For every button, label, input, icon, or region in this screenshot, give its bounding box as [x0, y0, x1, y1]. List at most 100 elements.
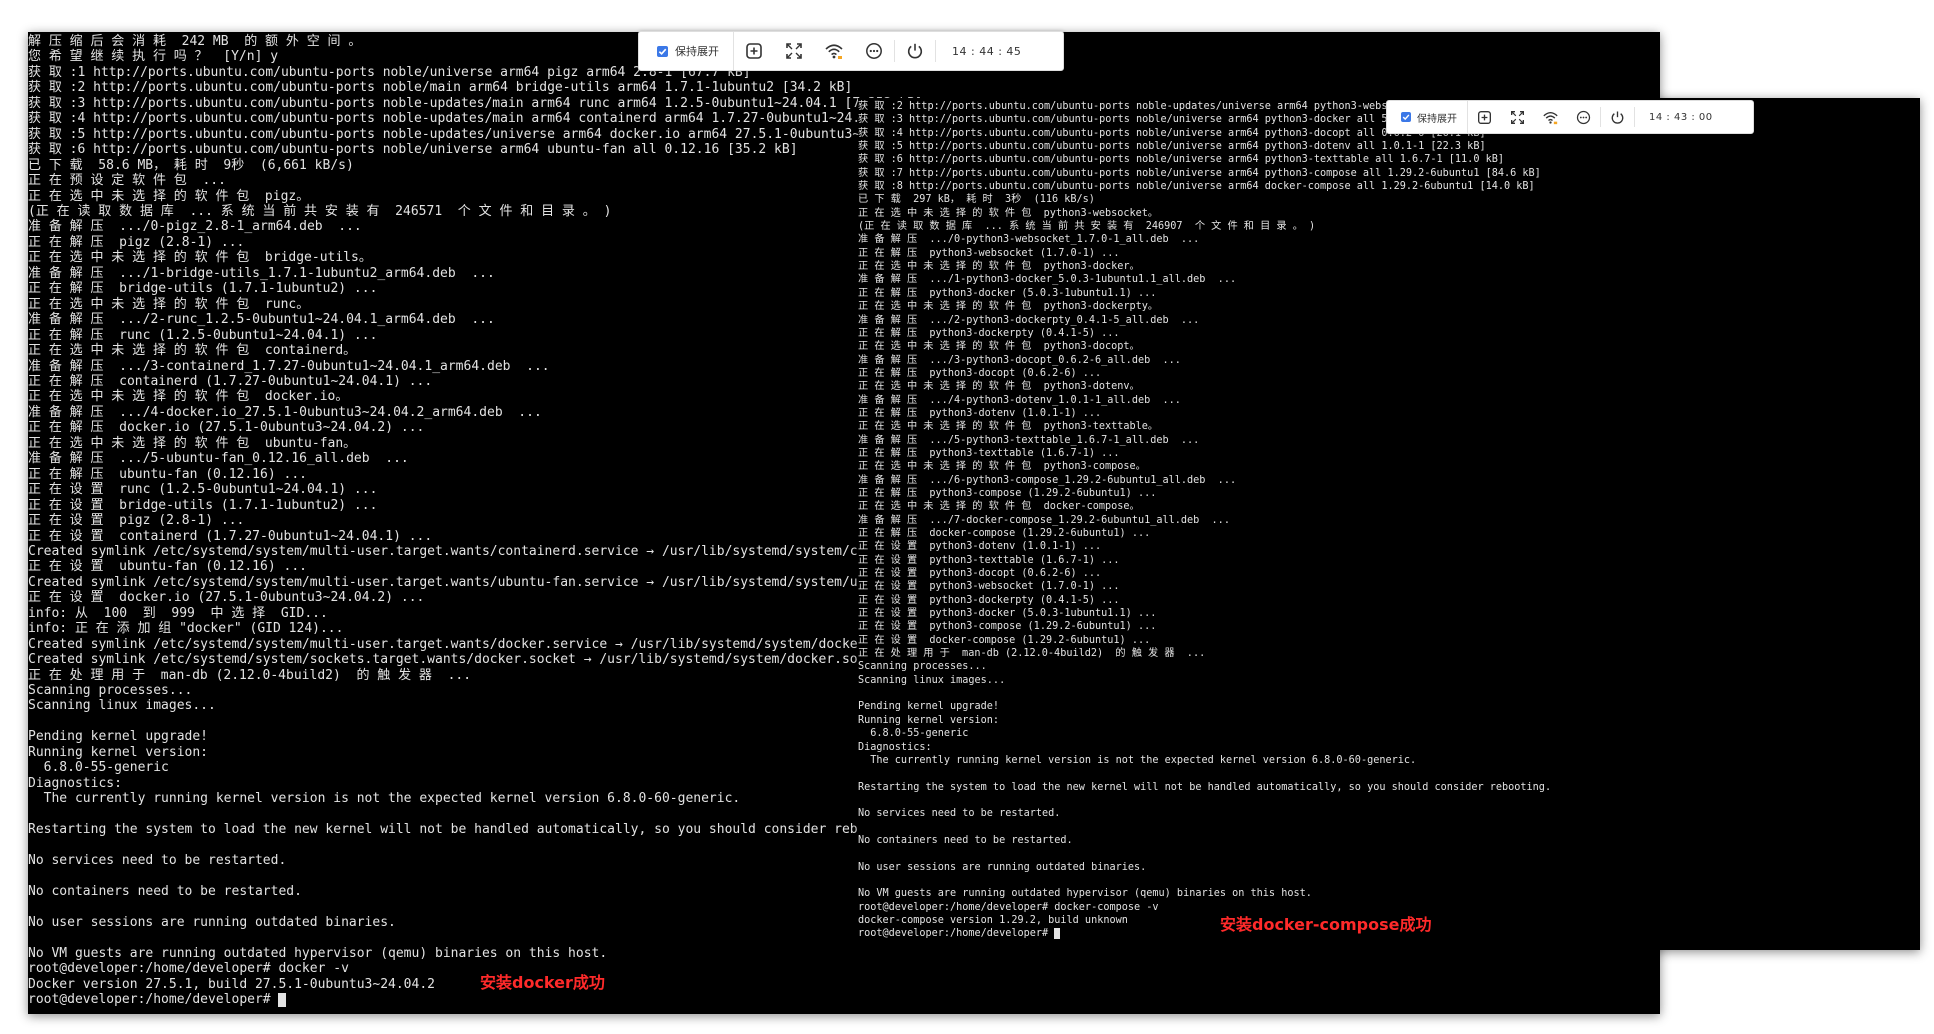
terminal-line: 正 在 选 中 未 选 择 的 软 件 包 python3-websocket。	[858, 207, 1159, 219]
terminal-line: 正 在 解 压 runc (1.2.5-0ubuntu1~24.04.1) ..…	[28, 327, 378, 343]
terminal-line: 正 在 设 置 containerd (1.7.27-0ubuntu1~24.0…	[28, 528, 433, 544]
more-icon[interactable]	[1567, 101, 1600, 133]
terminal-line: No containers need to be restarted.	[28, 883, 302, 899]
terminal-line: Created symlink /etc/systemd/system/mult…	[28, 636, 936, 652]
terminal-line: root@developer:/home/developer# docker -…	[28, 961, 349, 977]
terminal-line: 正 在 选 中 未 选 择 的 软 件 包 docker.io。	[28, 389, 349, 405]
terminal-cursor	[1054, 928, 1061, 940]
terminal-line: 准 备 解 压 .../7-docker-compose_1.29.2-6ubu…	[858, 514, 1230, 526]
terminal-window-docker-compose[interactable]: 获 取 :2 http://ports.ubuntu.com/ubuntu-po…	[858, 98, 1920, 950]
terminal-line: 正 在 选 中 未 选 择 的 软 件 包 docker-compose。	[858, 501, 1140, 513]
terminal-line: 获 取 :2 http://ports.ubuntu.com/ubuntu-po…	[28, 80, 853, 96]
terminal-line: 正 在 设 置 python3-dotenv (1.0.1-1) ...	[858, 541, 1102, 553]
keep-expanded-toggle[interactable]: 保持展开	[639, 32, 734, 70]
terminal-line: 准 备 解 压 .../5-ubuntu-fan_0.12.16_all.deb…	[28, 451, 409, 467]
terminal-line: 正 在 设 置 docker-compose (1.29.2-6ubuntu1)…	[858, 634, 1151, 646]
terminal-line: 准 备 解 压 .../3-containerd_1.7.27-0ubuntu1…	[28, 358, 550, 374]
terminal-line: 正 在 选 中 未 选 择 的 软 件 包 runc。	[28, 296, 310, 312]
terminal-line: 准 备 解 压 .../4-docker.io_27.5.1-0ubuntu3~…	[28, 404, 542, 420]
terminal-prompt: root@developer:/home/developer#	[858, 928, 1055, 940]
terminal-line: 正 在 设 置 bridge-utils (1.7.1-1ubuntu2) ..…	[28, 497, 378, 513]
more-icon[interactable]	[854, 32, 894, 70]
terminal-line: 正 在 解 压 containerd (1.7.27-0ubuntu1~24.0…	[28, 373, 433, 389]
terminal-cursor	[278, 993, 287, 1008]
annotation-docker-compose-success: 安装docker-compose成功	[1220, 915, 1432, 934]
terminal-line: 正 在 解 压 python3-websocket (1.7.0-1) ...	[858, 247, 1120, 259]
terminal-line: Created symlink /etc/systemd/system/sock…	[28, 652, 897, 668]
terminal-line: 正 在 设 置 python3-compose (1.29.2-6ubuntu1…	[858, 621, 1157, 633]
fullscreen-icon[interactable]	[1501, 101, 1534, 133]
terminal-line: 正 在 选 中 未 选 择 的 软 件 包 python3-dockerpty。	[858, 301, 1159, 313]
terminal-line: 准 备 解 压 .../6-python3-compose_1.29.2-6ub…	[858, 474, 1237, 486]
remote-toolbar: 保持展开 14 : 43 : 00	[1386, 100, 1754, 134]
terminal-line: No services need to be restarted.	[28, 853, 287, 869]
terminal-line: Restarting the system to load the new ke…	[858, 781, 1552, 793]
wifi-icon[interactable]	[1534, 101, 1567, 133]
terminal-line: Pending kernel upgrade!	[28, 729, 209, 745]
terminal-lines: 解 压 缩 后 会 消 耗 242 MB 的 额 外 空 间 。 您 希 望 继…	[28, 34, 999, 992]
terminal-line: 正 在 选 中 未 选 择 的 软 件 包 python3-dotenv。	[858, 381, 1140, 393]
terminal-line: 正 在 选 中 未 选 择 的 软 件 包 python3-docopt。	[858, 341, 1140, 353]
terminal-line: (正 在 读 取 数 据 库 ... 系 统 当 前 共 安 装 有 24690…	[858, 221, 1316, 233]
terminal-line: 正 在 选 中 未 选 择 的 软 件 包 bridge-utils。	[28, 250, 372, 266]
terminal-line: 解 压 缩 后 会 消 耗 242 MB 的 额 外 空 间 。	[28, 34, 362, 49]
terminal-line: The currently running kernel version is …	[43, 791, 741, 807]
keep-expanded-checkbox[interactable]	[1401, 112, 1411, 122]
terminal-line: Pending kernel upgrade!	[858, 701, 1000, 713]
terminal-line: Created symlink /etc/systemd/system/mult…	[28, 543, 999, 559]
terminal-line: 正 在 选 中 未 选 择 的 软 件 包 ubuntu-fan。	[28, 435, 357, 451]
keep-expanded-checkbox[interactable]	[657, 45, 668, 57]
terminal-output: 获 取 :2 http://ports.ubuntu.com/ubuntu-po…	[858, 98, 1920, 941]
terminal-line: 正 在 选 中 未 选 择 的 软 件 包 python3-docker。	[858, 261, 1140, 273]
wifi-icon[interactable]	[814, 32, 854, 70]
annotation-docker-success: 安装docker成功	[480, 973, 605, 992]
terminal-line: 正 在 设 置 runc (1.2.5-0ubuntu1~24.04.1) ..…	[28, 482, 378, 498]
terminal-line: No services need to be restarted.	[858, 808, 1061, 820]
fullscreen-icon[interactable]	[774, 32, 814, 70]
keep-expanded-toggle[interactable]: 保持展开	[1387, 101, 1468, 133]
terminal-line: 获 取 :6 http://ports.ubuntu.com/ubuntu-po…	[28, 142, 798, 158]
terminal-line: 获 取 :8 http://ports.ubuntu.com/ubuntu-po…	[858, 181, 1535, 193]
terminal-line: Docker version 27.5.1, build 27.5.1-0ubu…	[28, 976, 435, 992]
terminal-line: 正 在 选 中 未 选 择 的 软 件 包 containerd。	[28, 343, 357, 359]
terminal-line: 正 在 解 压 python3-dotenv (1.0.1-1) ...	[858, 407, 1102, 419]
terminal-line: No user sessions are running outdated bi…	[858, 861, 1147, 873]
terminal-line: Running kernel version:	[858, 714, 1000, 726]
terminal-line: 正 在 选 中 未 选 择 的 软 件 包 pigz。	[28, 188, 310, 204]
terminal-line: (正 在 读 取 数 据 库 ... 系 统 当 前 共 安 装 有 24657…	[28, 203, 612, 219]
terminal-line: 准 备 解 压 .../1-bridge-utils_1.7.1-1ubuntu…	[28, 265, 495, 281]
terminal-line: 正 在 设 置 python3-docopt (0.6.2-6) ...	[858, 568, 1102, 580]
power-icon[interactable]	[1601, 101, 1634, 133]
new-window-icon[interactable]	[1468, 101, 1501, 133]
terminal-line: 已 下 载 297 kB， 耗 时 3秒 (116 kB/s)	[858, 194, 1095, 206]
terminal-line: 正 在 设 置 python3-websocket (1.7.0-1) ...	[858, 581, 1120, 593]
terminal-line: The currently running kernel version is …	[870, 754, 1417, 766]
terminal-line: 正 在 解 压 bridge-utils (1.7.1-1ubuntu2) ..…	[28, 281, 378, 297]
terminal-prompt: root@developer:/home/developer#	[28, 992, 279, 1008]
session-clock: 14 : 44 : 45	[952, 44, 1022, 58]
terminal-line: Scanning processes...	[858, 661, 987, 673]
terminal-line: No VM guests are running outdated hyperv…	[28, 945, 608, 961]
terminal-line: 正 在 解 压 python3-docopt (0.6.2-6) ...	[858, 367, 1102, 379]
terminal-line: 正 在 解 压 docker-compose (1.29.2-6ubuntu1)…	[858, 528, 1151, 539]
remote-toolbar: 保持展开 14 : 44 : 45	[638, 31, 1064, 71]
terminal-line: 正 在 设 置 docker.io (27.5.1-0ubuntu3~24.04…	[28, 590, 425, 606]
terminal-lines: 获 取 :2 http://ports.ubuntu.com/ubuntu-po…	[858, 101, 1553, 926]
terminal-line: 准 备 解 压 .../0-python3-websocket_1.7.0-1_…	[858, 234, 1200, 246]
terminal-line: 准 备 解 压 .../4-python3-dotenv_1.0.1-1_all…	[858, 394, 1181, 406]
power-icon[interactable]	[895, 32, 935, 70]
keep-expanded-label: 保持展开	[675, 45, 719, 58]
terminal-line: 正 在 解 压 pigz (2.8-1) ...	[28, 234, 245, 250]
terminal-line: 获 取 :5 http://ports.ubuntu.com/ubuntu-po…	[858, 141, 1486, 153]
terminal-line: 您 希 望 继 续 执 行 吗 ？ [Y/n] y	[28, 49, 279, 65]
terminal-line: 准 备 解 压 .../2-python3-dockerpty_0.4.1-5_…	[858, 314, 1200, 326]
terminal-line: 正 在 设 置 ubuntu-fan (0.12.16) ...	[28, 559, 307, 575]
new-window-icon[interactable]	[734, 32, 774, 70]
terminal-line: 正 在 选 中 未 选 择 的 软 件 包 python3-texttable。	[858, 421, 1159, 433]
terminal-line: 正 在 处 理 用 于 man-db (2.12.0-4build2) 的 触 …	[28, 667, 472, 683]
terminal-line: 正 在 设 置 pigz (2.8-1) ...	[28, 513, 245, 529]
terminal-line: No user sessions are running outdated bi…	[28, 914, 396, 930]
terminal-line: 正 在 处 理 用 于 man-db (2.12.0-4build2) 的 触 …	[858, 648, 1206, 660]
terminal-line: 获 取 :3 http://ports.ubuntu.com/ubuntu-po…	[28, 95, 923, 111]
terminal-line: 正 在 解 压 python3-compose (1.29.2-6ubuntu1…	[858, 487, 1157, 499]
